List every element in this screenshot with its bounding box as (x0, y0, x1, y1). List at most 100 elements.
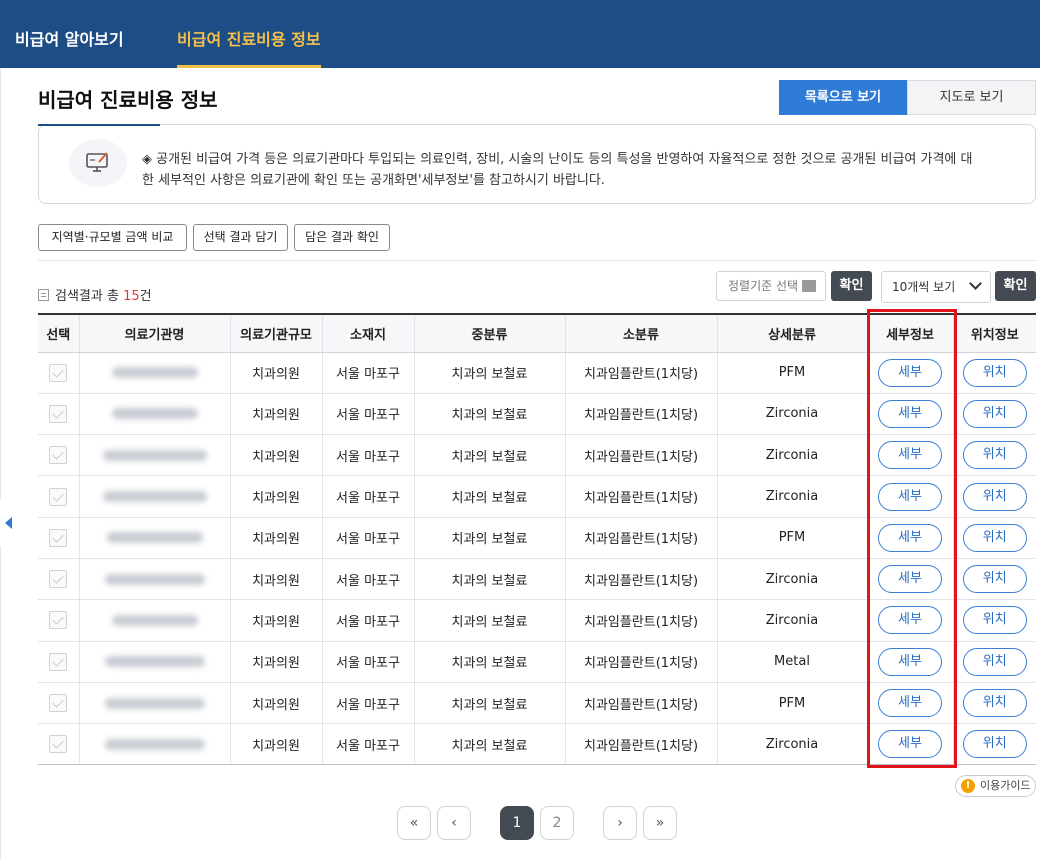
blurred-institution-name (104, 656, 205, 668)
detail-info-cell: 세부 (866, 682, 953, 725)
per-page-select[interactable]: 10개씩 보기 (881, 271, 991, 303)
row-checkbox-cell[interactable] (38, 434, 79, 477)
row-checkbox[interactable] (49, 446, 68, 465)
list-view-button[interactable]: 목록으로 보기 (779, 80, 907, 115)
table-row: 치과의원 서울 마포구 치과의 보철료 치과임플란트(1치당) Zirconia 세부 위치 (38, 475, 1036, 518)
row-checkbox[interactable] (49, 363, 68, 382)
row-checkbox-cell[interactable] (38, 723, 79, 766)
row-checkbox-cell[interactable] (38, 682, 79, 725)
location-cell: 서울 마포구 (321, 393, 414, 436)
notice-line-2: 한 세부적인 사항은 의료기관에 확인 또는 공개화면'세부정보'를 참고하시기… (142, 173, 605, 188)
location-button[interactable]: 위치 (962, 441, 1027, 470)
compare-region-size-button[interactable]: 지역별·규모별 금액 비교 (38, 224, 187, 251)
blurred-institution-name (102, 449, 207, 461)
usage-guide-button[interactable]: ! 이용가이드 (955, 775, 1036, 797)
detail-button[interactable]: 세부 (878, 565, 942, 594)
top-navigation: 비급여 알아보기 비급여 진료비용 정보 (0, 0, 1040, 68)
row-checkbox[interactable] (49, 694, 68, 713)
location-cell: 서울 마포구 (321, 599, 414, 642)
row-checkbox[interactable] (49, 404, 68, 423)
nav-tab-noncovered-info[interactable]: 비급여 알아보기 (15, 0, 124, 68)
sub-category-cell: 치과임플란트(1치당) (564, 434, 717, 477)
institution-name-cell (78, 558, 230, 601)
detail-category-cell: PFM (716, 352, 867, 394)
row-checkbox-cell[interactable] (38, 641, 79, 683)
sort-select[interactable]: 정렬기준 선택 (716, 271, 826, 301)
detail-button[interactable]: 세부 (878, 689, 942, 718)
institution-size-cell: 치과의원 (229, 393, 322, 436)
row-checkbox-cell[interactable] (38, 393, 79, 436)
detail-button[interactable]: 세부 (878, 399, 942, 428)
nav-tab-noncovered-cost[interactable]: 비급여 진료비용 정보 (177, 0, 321, 68)
location-button[interactable]: 위치 (962, 523, 1027, 552)
table-row: 치과의원 서울 마포구 치과의 보철료 치과임플란트(1치당) Zirconia 세부 위치 (38, 393, 1036, 436)
header-institution-name: 의료기관명 (78, 313, 230, 353)
row-checkbox[interactable] (49, 487, 68, 506)
detail-category-cell: Zirconia (716, 393, 867, 436)
row-checkbox[interactable] (49, 611, 68, 630)
detail-info-cell: 세부 (866, 641, 953, 683)
save-selection-button[interactable]: 선택 결과 담기 (193, 224, 288, 251)
page-prev-button[interactable]: ‹ (437, 806, 471, 840)
location-button[interactable]: 위치 (962, 606, 1027, 635)
divider (38, 260, 1036, 261)
location-button[interactable]: 위치 (962, 399, 1027, 428)
table-row: 치과의원 서울 마포구 치과의 보철료 치과임플란트(1치당) PFM 세부 위치 (38, 682, 1036, 725)
institution-name-cell (78, 682, 230, 725)
location-info-cell: 위치 (952, 558, 1036, 601)
sub-category-cell: 치과임플란트(1치당) (564, 723, 717, 766)
detail-button[interactable]: 세부 (878, 523, 942, 552)
detail-button[interactable]: 세부 (878, 730, 942, 759)
row-checkbox-cell[interactable] (38, 352, 79, 394)
detail-info-cell: 세부 (866, 558, 953, 601)
page-first-button[interactable]: « (397, 806, 431, 840)
mid-category-cell: 치과의 보철료 (413, 352, 565, 394)
page-last-button[interactable]: » (643, 806, 677, 840)
per-page-confirm-button[interactable]: 확인 (995, 271, 1036, 301)
institution-size-cell: 치과의원 (229, 517, 322, 559)
sort-placeholder: 정렬기준 선택 (728, 279, 799, 293)
view-saved-button[interactable]: 담은 결과 확인 (294, 224, 390, 251)
left-border (0, 68, 1, 859)
location-button[interactable]: 위치 (962, 647, 1027, 676)
row-checkbox[interactable] (49, 652, 68, 671)
sort-confirm-button[interactable]: 확인 (831, 271, 872, 301)
page-next-button[interactable]: › (603, 806, 637, 840)
row-checkbox[interactable] (49, 528, 68, 547)
notice-text: ◈ 공개된 비급여 가격 등은 의료기관마다 투입되는 의료인력, 장비, 시술… (142, 149, 1022, 191)
detail-button[interactable]: 세부 (878, 606, 942, 635)
header-location-info: 위치정보 (952, 313, 1036, 353)
row-checkbox-cell[interactable] (38, 517, 79, 559)
chevron-down-icon (969, 277, 982, 290)
location-cell: 서울 마포구 (321, 558, 414, 601)
row-checkbox-cell[interactable] (38, 475, 79, 518)
location-button[interactable]: 위치 (962, 730, 1027, 759)
mid-category-cell: 치과의 보철료 (413, 517, 565, 559)
row-checkbox[interactable] (49, 570, 68, 589)
blurred-institution-name (111, 367, 198, 379)
map-view-button[interactable]: 지도로 보기 (907, 80, 1036, 115)
location-cell: 서울 마포구 (321, 682, 414, 725)
location-button[interactable]: 위치 (962, 565, 1027, 594)
detail-category-cell: Metal (716, 641, 867, 683)
detail-button[interactable]: 세부 (878, 482, 942, 511)
detail-button[interactable]: 세부 (878, 647, 942, 676)
page-2-button[interactable]: 2 (540, 806, 574, 840)
table-row: 치과의원 서울 마포구 치과의 보철료 치과임플란트(1치당) Zirconia 세부 위치 (38, 558, 1036, 601)
detail-button[interactable]: 세부 (878, 358, 942, 387)
side-collapse-arrow-icon[interactable] (0, 500, 16, 546)
row-checkbox-cell[interactable] (38, 599, 79, 642)
table-row: 치과의원 서울 마포구 치과의 보철료 치과임플란트(1치당) Metal 세부 위치 (38, 641, 1036, 683)
page-1-button[interactable]: 1 (500, 806, 534, 840)
row-checkbox-cell[interactable] (38, 558, 79, 601)
location-button[interactable]: 위치 (962, 689, 1027, 718)
location-button[interactable]: 위치 (962, 358, 1027, 387)
location-cell: 서울 마포구 (321, 475, 414, 518)
detail-button[interactable]: 세부 (878, 441, 942, 470)
row-checkbox[interactable] (49, 735, 68, 754)
location-info-cell: 위치 (952, 475, 1036, 518)
header-mid-category: 중분류 (413, 313, 565, 353)
location-button[interactable]: 위치 (962, 482, 1027, 511)
detail-info-cell: 세부 (866, 599, 953, 642)
location-info-cell: 위치 (952, 517, 1036, 559)
